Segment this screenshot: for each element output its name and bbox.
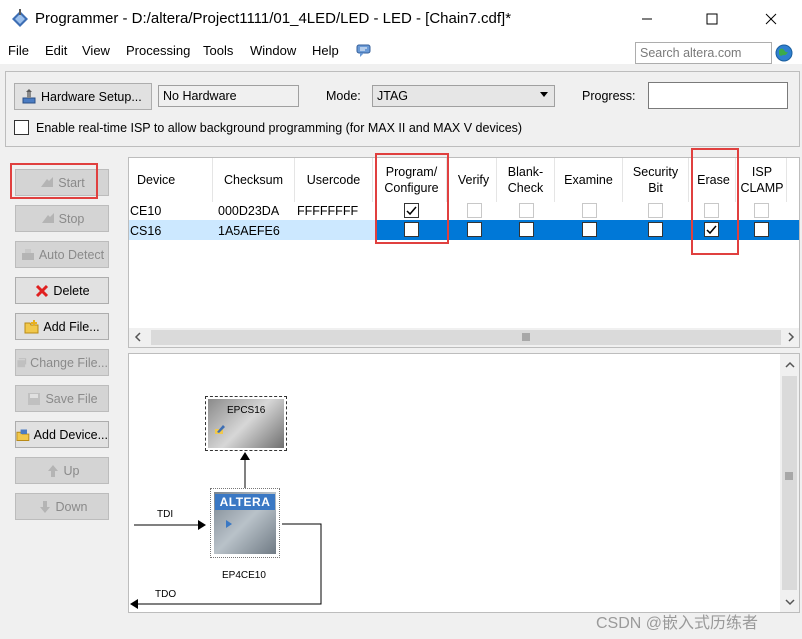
save-file-label: Save File bbox=[45, 391, 98, 406]
isp-label: Enable real-time ISP to allow background… bbox=[36, 121, 523, 135]
progress-bar bbox=[648, 82, 788, 109]
change-file-icon bbox=[17, 357, 27, 367]
close-icon bbox=[765, 13, 777, 25]
erase-highlight bbox=[691, 148, 739, 255]
programmer-app-icon bbox=[12, 9, 28, 27]
edit-file-icon bbox=[215, 425, 225, 434]
add-file-icon bbox=[24, 319, 39, 333]
hardware-setup-button[interactable]: Hardware Setup... bbox=[14, 83, 152, 110]
close-button[interactable] bbox=[748, 0, 794, 38]
menu-processing[interactable]: Processing bbox=[126, 43, 190, 58]
hardware-icon bbox=[22, 88, 36, 103]
row2-verify-checkbox[interactable] bbox=[467, 222, 482, 237]
column-blank-check[interactable]: Blank- Check bbox=[497, 158, 555, 202]
add-device-label: Add Device... bbox=[33, 427, 108, 442]
row1-verify-checkbox[interactable] bbox=[467, 203, 482, 218]
diagram-scroll-thumb[interactable] bbox=[782, 376, 797, 590]
chevron-down-icon bbox=[540, 92, 548, 97]
scroll-down-icon[interactable] bbox=[785, 597, 795, 607]
globe-icon[interactable] bbox=[774, 43, 794, 63]
add-file-label: Add File... bbox=[43, 319, 100, 334]
table-scroll-thumb[interactable] bbox=[151, 330, 781, 345]
search-input[interactable]: Search altera.com bbox=[635, 42, 772, 64]
menu-view[interactable]: View bbox=[82, 43, 110, 58]
program-configure-highlight bbox=[375, 153, 449, 244]
hardware-value-field: No Hardware bbox=[158, 85, 299, 107]
up-arrow-icon bbox=[47, 464, 58, 477]
chain-arrow-up bbox=[240, 452, 250, 488]
scroll-up-icon[interactable] bbox=[785, 360, 795, 370]
add-device-icon bbox=[16, 429, 30, 441]
auto-detect-label: Auto Detect bbox=[38, 247, 105, 262]
row1-security-checkbox[interactable] bbox=[648, 203, 663, 218]
column-examine[interactable]: Examine bbox=[555, 158, 623, 202]
delete-icon bbox=[36, 284, 49, 297]
add-device-button[interactable]: Add Device... bbox=[15, 421, 109, 448]
up-label: Up bbox=[63, 463, 80, 478]
menu-help[interactable]: Help bbox=[312, 43, 339, 58]
window-title: Programmer - D:/altera/Project1111/01_4L… bbox=[35, 10, 512, 27]
maximize-button[interactable] bbox=[689, 0, 735, 38]
tdo-label: TDO bbox=[155, 589, 177, 600]
column-verify[interactable]: Verify bbox=[451, 158, 497, 202]
menu-file[interactable]: File bbox=[8, 43, 29, 58]
maximize-icon bbox=[706, 13, 718, 25]
vscroll-grip-icon bbox=[785, 472, 793, 480]
minimize-icon bbox=[642, 18, 652, 20]
progress-label: Progress: bbox=[582, 89, 636, 103]
row1-device[interactable]: CE10 bbox=[130, 204, 161, 218]
column-security-bit[interactable]: Security Bit bbox=[623, 158, 689, 202]
stop-button[interactable]: Stop bbox=[15, 205, 109, 232]
change-file-label: Change File... bbox=[30, 355, 108, 370]
isp-checkbox[interactable] bbox=[14, 120, 29, 135]
column-checksum[interactable]: Checksum bbox=[213, 158, 295, 202]
up-button[interactable]: Up bbox=[15, 457, 109, 484]
row1-examine-checkbox[interactable] bbox=[582, 203, 597, 218]
row2-isp-clamp-checkbox[interactable] bbox=[754, 222, 769, 237]
row1-blank-check-checkbox[interactable] bbox=[519, 203, 534, 218]
down-button[interactable]: Down bbox=[15, 493, 109, 520]
row1-checksum: 000D23DA bbox=[218, 204, 280, 218]
row2-blank-check-checkbox[interactable] bbox=[519, 222, 534, 237]
scroll-right-icon[interactable] bbox=[786, 332, 796, 342]
mode-label: Mode: bbox=[326, 89, 361, 103]
delete-button[interactable]: Delete bbox=[15, 277, 109, 304]
auto-detect-button[interactable]: Auto Detect bbox=[15, 241, 109, 268]
down-label: Down bbox=[55, 499, 88, 514]
menu-window[interactable]: Window bbox=[250, 43, 296, 58]
stop-icon bbox=[41, 212, 54, 223]
row1-usercode: FFFFFFFF bbox=[297, 204, 359, 218]
menu-edit[interactable]: Edit bbox=[45, 43, 67, 58]
stop-label: Stop bbox=[58, 211, 85, 226]
column-isp-clamp[interactable]: ISP CLAMP bbox=[738, 158, 787, 202]
scroll-left-icon[interactable] bbox=[133, 332, 143, 342]
mode-select[interactable]: JTAG bbox=[372, 85, 555, 107]
altera-logo: ALTERA bbox=[215, 494, 275, 510]
down-arrow-icon bbox=[39, 500, 50, 513]
row2-examine-checkbox[interactable] bbox=[582, 222, 597, 237]
column-usercode[interactable]: Usercode bbox=[295, 158, 373, 202]
row2-device[interactable]: CS16 bbox=[130, 224, 161, 238]
minimize-button[interactable] bbox=[624, 0, 670, 38]
auto-detect-icon bbox=[21, 248, 34, 260]
change-file-button[interactable]: Change File... bbox=[15, 349, 109, 376]
start-highlight bbox=[10, 163, 98, 199]
epcs16-label: EPCS16 bbox=[227, 405, 266, 416]
add-file-button[interactable]: Add File... bbox=[15, 313, 109, 340]
hardware-setup-label: Hardware Setup... bbox=[41, 89, 142, 104]
chat-help-icon[interactable] bbox=[356, 44, 372, 58]
row1-isp-clamp-checkbox[interactable] bbox=[754, 203, 769, 218]
scroll-grip-icon bbox=[522, 333, 530, 341]
column-device[interactable]: Device bbox=[129, 158, 213, 202]
row2-security-checkbox[interactable] bbox=[648, 222, 663, 237]
menu-tools[interactable]: Tools bbox=[203, 43, 233, 58]
watermark: CSDN @嵌入式历练者 bbox=[596, 615, 759, 632]
delete-label: Delete bbox=[53, 283, 90, 298]
save-file-button[interactable]: Save File bbox=[15, 385, 109, 412]
row2-checksum: 1A5AEFE6 bbox=[218, 224, 280, 238]
save-file-icon bbox=[28, 392, 41, 405]
